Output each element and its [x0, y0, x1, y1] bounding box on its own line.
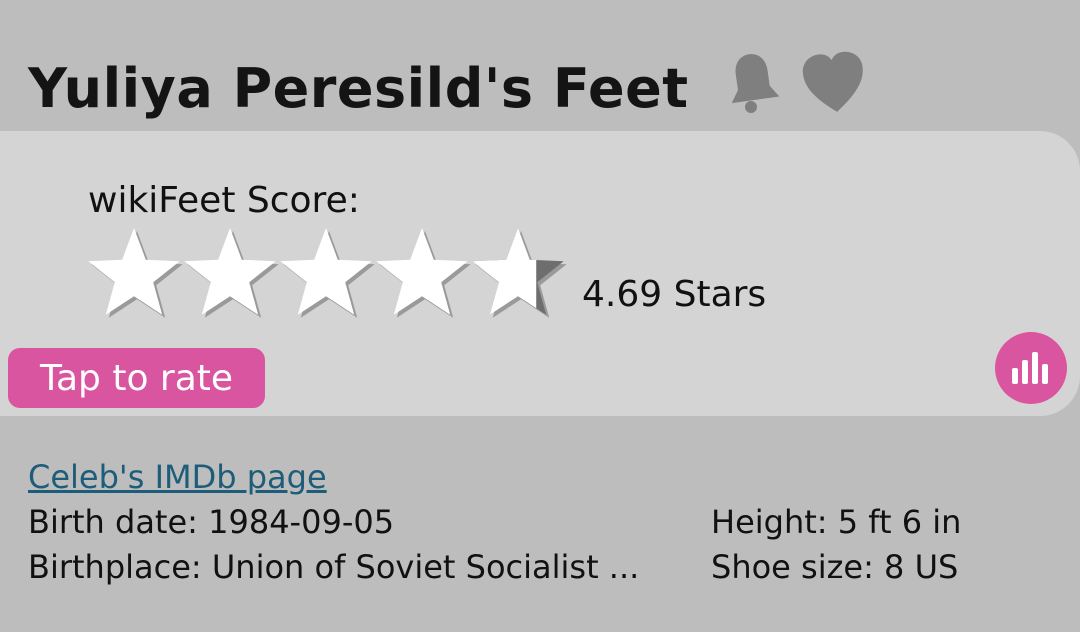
birthplace: Birthplace: Union of Soviet Socialist ..… [28, 548, 639, 586]
birth-date-value: 1984-09-05 [208, 503, 395, 541]
stats-button[interactable] [995, 332, 1067, 404]
imdb-link[interactable]: Celeb's IMDb page [28, 458, 327, 496]
star-rating[interactable] [84, 226, 574, 326]
star-4[interactable] [376, 228, 468, 315]
star-3[interactable] [280, 228, 372, 315]
score-label: wikiFeet Score: [88, 180, 360, 221]
page-title: Yuliya Peresild's Feet [28, 56, 689, 120]
star-2[interactable] [184, 228, 276, 315]
heart-icon[interactable] [800, 50, 868, 120]
rating-value: 4.69 Stars [582, 274, 767, 315]
height: Height: 5 ft 6 in [711, 503, 961, 541]
title-row: Yuliya Peresild's Feet [28, 48, 689, 128]
shoe-size-label: Shoe size: [711, 548, 874, 586]
height-value: 5 ft 6 in [837, 503, 962, 541]
tap-to-rate-button[interactable]: Tap to rate [8, 348, 265, 408]
height-label: Height: [711, 503, 828, 541]
birth-date-label: Birth date: [28, 503, 198, 541]
bar-chart-icon [1012, 352, 1048, 384]
shoe-size-value: 8 US [884, 548, 959, 586]
birth-date: Birth date: 1984-09-05 [28, 503, 394, 541]
birthplace-label: Birthplace: [28, 548, 202, 586]
star-1[interactable] [88, 228, 180, 315]
birthplace-value: Union of Soviet Socialist ... [211, 548, 640, 586]
bell-icon[interactable] [724, 50, 782, 120]
shoe-size: Shoe size: 8 US [711, 548, 958, 586]
